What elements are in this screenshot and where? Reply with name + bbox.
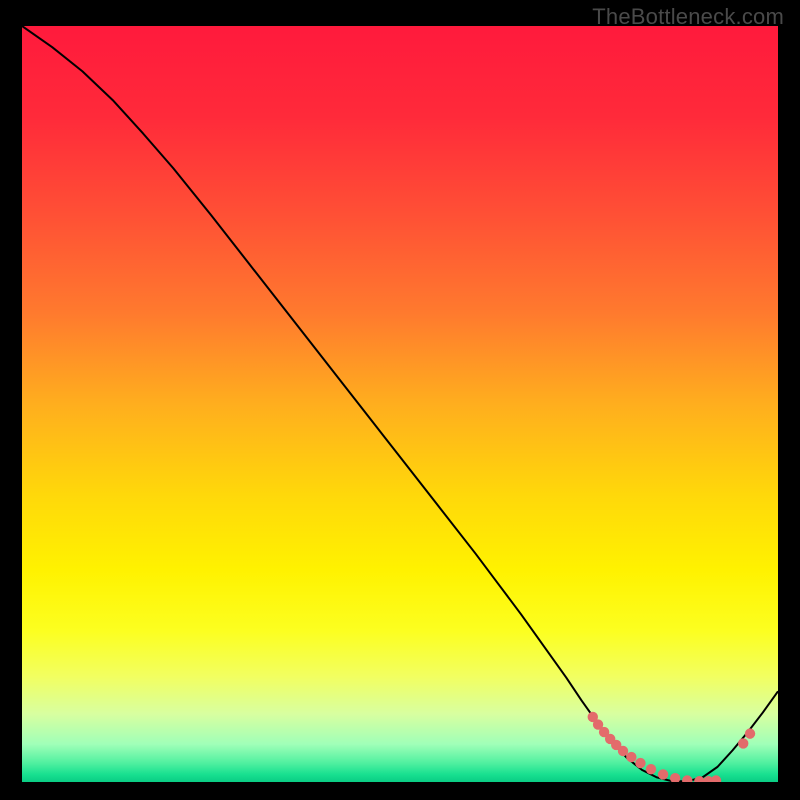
data-marker bbox=[646, 764, 656, 774]
chart-svg bbox=[22, 26, 778, 782]
data-marker bbox=[618, 746, 628, 756]
data-marker bbox=[658, 769, 668, 779]
data-marker bbox=[635, 758, 645, 768]
chart-plot-area bbox=[22, 26, 778, 782]
plot-background bbox=[22, 26, 778, 782]
chart-frame: TheBottleneck.com bbox=[0, 0, 800, 800]
data-marker bbox=[745, 728, 755, 738]
data-marker bbox=[738, 738, 748, 748]
data-marker bbox=[626, 752, 636, 762]
